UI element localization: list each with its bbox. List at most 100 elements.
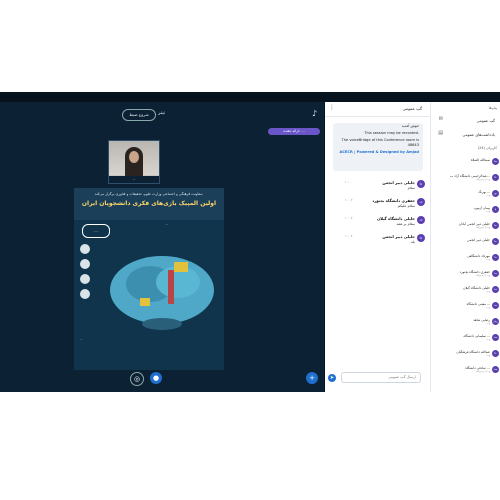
user-status: وب — [486, 258, 490, 261]
chat-icon: ✉ — [438, 116, 443, 122]
avatar: عا — [492, 174, 499, 181]
avatar: خد — [492, 286, 499, 293]
avatar: خد — [417, 216, 425, 224]
messages-section-label: پیام‌ها — [488, 106, 497, 110]
user-name: جلیلی دبیر انجمن — [467, 238, 490, 242]
avatar: مد — [492, 302, 499, 309]
webcam-caption: ... — [109, 176, 159, 183]
message-time: ۱۰:۰۲ — [345, 198, 353, 202]
message-text: سلام علیکم — [397, 204, 415, 208]
shared-slide: معاونت فرهنگی و اجتماعی وزارت علوم، تحقی… — [74, 188, 224, 370]
notes-icon: ▤ — [438, 130, 443, 136]
user-list-item[interactable]: سا سیدالله الصلاة — [435, 158, 499, 168]
media-controls: ◎ ● + — [0, 367, 324, 392]
chat-message: جا جلیلی دبیر انجمن ۱۰:۰۴ بله — [339, 234, 425, 248]
avatar: جا — [492, 222, 499, 229]
chat-panel: ⋮ گپ عمومی خوش آمدید This session may be… — [325, 102, 430, 392]
avatar: جد — [492, 270, 499, 277]
message-text: سلام بر همه — [396, 222, 415, 226]
avatar: بج — [492, 190, 499, 197]
chat-header: ⋮ گپ عمومی — [325, 102, 430, 117]
welcome-line: The voiceBridge of this Conference room … — [341, 138, 420, 147]
user-list-item[interactable]: عا عبدالله دانشگاه فرهنگیان وب — [435, 350, 499, 360]
record-button[interactable]: شروع ضبط — [122, 109, 156, 121]
avatar: ما — [492, 254, 499, 261]
user-status: وب | پذیرفته — [476, 226, 490, 229]
user-name: سیدالله الصلاة — [470, 158, 490, 162]
slide-logo: ... — [82, 224, 110, 238]
slide-info: ... — [80, 338, 83, 341]
message-author: خلیلی دانشگاه گیلان — [376, 216, 415, 221]
webcam-tile[interactable]: ... — [108, 140, 160, 184]
nav-public-chat[interactable]: گپ عمومی — [477, 118, 495, 123]
avatar: جد — [417, 198, 425, 206]
message-time: ۱۰:۰۳ — [345, 216, 353, 220]
welcome-message: خوش آمدید This session may be recorded. … — [333, 123, 423, 171]
user-list-item[interactable]: صد صادقی دانشگاه ... وب | پذیرفته — [435, 366, 499, 376]
add-action-icon[interactable]: + — [306, 372, 318, 384]
welcome-line: ACECR | Powered & Designed by Amjad — [339, 150, 419, 154]
slide-subtitle: ... — [165, 222, 169, 226]
avatar: جا — [417, 234, 425, 242]
top-bar — [0, 92, 500, 102]
avatar: سا — [492, 158, 499, 165]
user-status: وب — [486, 194, 490, 197]
user-list-item[interactable]: عا عبدالرحیمی دانشگاه آزاد ب... وب | پذی… — [435, 174, 499, 184]
user-status: وب | پذیرفته — [476, 370, 490, 373]
welcome-line: خوش آمدید — [401, 124, 419, 128]
presentation-stage: شروع ضبط تیتر ♪ ارائه دهنده: ... ... معا… — [0, 102, 324, 392]
message-time: ۱۰:۰۴ — [345, 234, 353, 238]
sponsor-logos — [80, 244, 94, 314]
message-text: سلام — [407, 186, 415, 190]
presenter-badge: ارائه دهنده: ... — [268, 128, 320, 135]
slide-title: اولین المپیک بازی‌های فکری دانشجویان ایر… — [81, 200, 217, 207]
message-text: بله — [410, 240, 415, 244]
user-list-item[interactable]: جد جعفری دانشگاه بجنورد وب | پذیرفته — [435, 270, 499, 280]
user-status: وب | پذیرفته — [476, 274, 490, 277]
message-time: ۱۰:۰۰ — [345, 180, 353, 184]
user-status: وب — [486, 354, 490, 357]
user-status: وب — [486, 290, 490, 293]
nav-shared-notes[interactable]: یادداشت‌های عمومی — [462, 132, 495, 137]
more-options-icon[interactable]: ⋮ — [329, 104, 335, 111]
user-list-item[interactable]: جا جلیلی دبیر انجمن آبادان وب | پذیرفته — [435, 222, 499, 232]
stage-title: تیتر — [158, 110, 166, 116]
user-name: عبدالله دانشگاه فرهنگیان — [456, 350, 490, 354]
user-status: وب — [486, 322, 490, 325]
user-list-item[interactable]: خد خلیلی دانشگاه گیلان وب — [435, 286, 499, 296]
user-list-item[interactable]: پا پیمان آزمون وب — [435, 206, 499, 216]
user-list-item[interactable]: بج بهرنگ ... وب — [435, 190, 499, 200]
welcome-line: This session may be recorded. — [364, 131, 419, 135]
user-status: وب | پذیرفته — [476, 178, 490, 181]
microphone-icon[interactable]: ● — [150, 372, 162, 384]
user-status: وب — [486, 306, 490, 309]
user-status: وب — [486, 210, 490, 213]
chat-title: گپ عمومی — [402, 106, 422, 111]
user-list-item[interactable]: سد سلیمانی دانشگاه ... وب — [435, 334, 499, 344]
user-list-item[interactable]: رش رضایی شاهد وب — [435, 318, 499, 328]
chat-message: خد خلیلی دانشگاه گیلان ۱۰:۰۳ سلام بر همه — [339, 216, 425, 230]
avatar: جا — [417, 180, 425, 188]
slide-top-line: معاونت فرهنگی و اجتماعی وزارت علوم، تحقی… — [94, 192, 204, 196]
stage-header: شروع ضبط تیتر ♪ — [0, 102, 324, 126]
avatar: صد — [492, 366, 499, 373]
send-icon[interactable]: ➤ — [328, 374, 336, 382]
user-list-item[interactable]: ما مهرداد دانشگاهی وب — [435, 254, 499, 264]
avatar: عا — [492, 350, 499, 357]
speaker-icon[interactable]: ♪ — [312, 109, 317, 118]
avatar: پا — [492, 206, 499, 213]
camera-toggle-icon[interactable]: ◎ — [130, 372, 144, 386]
participant-face — [129, 151, 139, 163]
message-author: جلیلی دبیر انجمن — [382, 234, 415, 239]
brain-illustration — [110, 256, 214, 330]
avatar: جا — [492, 238, 499, 245]
meeting-window: شروع ضبط تیتر ♪ ارائه دهنده: ... ... معا… — [0, 92, 500, 392]
user-status: وب — [486, 338, 490, 341]
chat-input[interactable] — [341, 372, 421, 383]
message-author: جلیلی دبیر انجمن — [382, 180, 415, 185]
user-list-item[interactable]: مد معینی دانشگاه ... وب — [435, 302, 499, 312]
user-list-item[interactable]: جا جلیلی دبیر انجمن — [435, 238, 499, 248]
chat-message: جا جلیلی دبیر انجمن ۱۰:۰۰ سلام — [339, 180, 425, 194]
users-count-label: کاربران (24) — [477, 146, 497, 150]
avatar: سد — [492, 334, 499, 341]
